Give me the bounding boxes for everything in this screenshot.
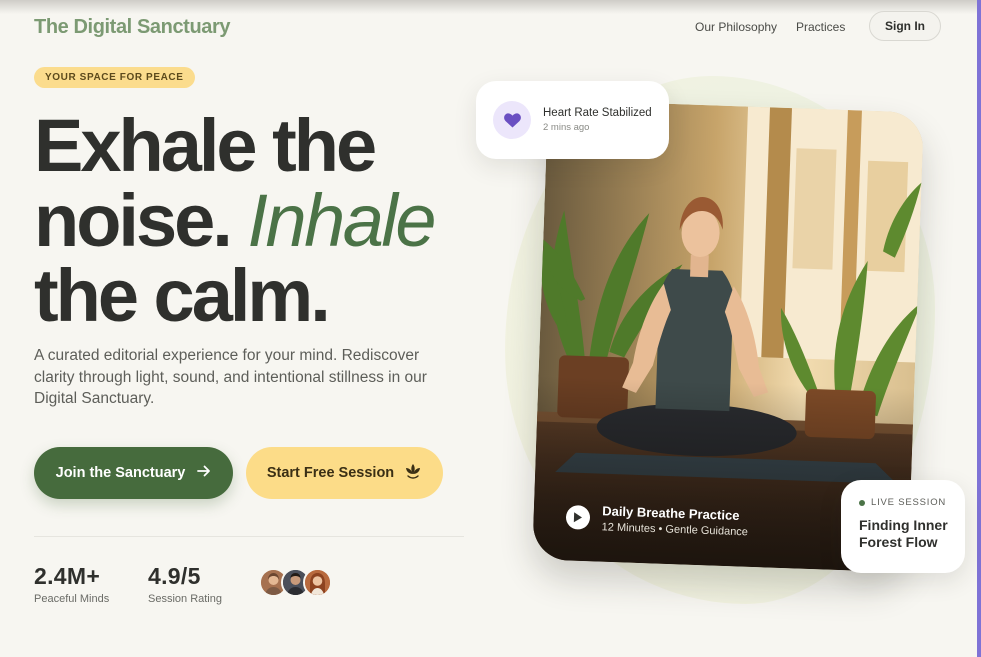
live-session-title: Finding Inner Forest Flow xyxy=(859,517,948,550)
headline-line-2: noise. Inhale xyxy=(34,183,474,258)
brand-logo[interactable]: The Digital Sanctuary xyxy=(34,16,230,39)
stat-value: 4.9/5 xyxy=(148,563,201,589)
top-shadow xyxy=(0,0,981,14)
live-session-label: LIVE SESSION xyxy=(859,497,965,508)
heart-rate-card[interactable]: Heart Rate Stabilized 2 mins ago xyxy=(476,81,669,159)
heart-rate-time: 2 mins ago xyxy=(543,122,590,133)
live-dot-icon xyxy=(859,499,865,506)
start-free-session-button[interactable]: Start Free Session xyxy=(246,447,443,499)
headline-inhale: Inhale xyxy=(247,179,436,262)
live-session-card[interactable]: LIVE SESSION Finding Inner Forest Flow xyxy=(841,480,965,573)
stat-session-rating: 4.9/5 Session Rating xyxy=(148,563,222,605)
headline-line-3: the calm. xyxy=(34,254,331,337)
live-session-label-text: LIVE SESSION xyxy=(871,497,947,508)
stats-divider xyxy=(34,536,464,537)
heart-rate-title: Heart Rate Stabilized xyxy=(543,107,652,119)
join-sanctuary-label: Join the Sanctuary xyxy=(55,465,186,481)
heart-icon xyxy=(493,101,531,139)
stat-label: Session Rating xyxy=(148,593,222,605)
lotus-icon xyxy=(404,463,422,483)
nav-link-practices[interactable]: Practices xyxy=(796,20,845,34)
hero-badge: YOUR SPACE FOR PEACE xyxy=(34,67,195,88)
arrow-right-icon xyxy=(197,464,211,482)
play-icon[interactable] xyxy=(565,505,591,530)
stat-label: Peaceful Minds xyxy=(34,593,110,605)
join-sanctuary-button[interactable]: Join the Sanctuary xyxy=(34,447,233,499)
nav-link-philosophy[interactable]: Our Philosophy xyxy=(695,20,777,34)
window-edge xyxy=(977,0,981,657)
headline-noise: noise. xyxy=(34,179,233,262)
stat-value: 2.4M+ xyxy=(34,563,101,589)
hero-subtext: A curated editorial experience for your … xyxy=(34,347,427,407)
start-free-session-label: Start Free Session xyxy=(266,465,395,481)
headline-line-1: Exhale the xyxy=(34,104,377,187)
avatar xyxy=(303,568,332,597)
sign-in-button[interactable]: Sign In xyxy=(869,11,941,41)
stat-peaceful-minds: 2.4M+ Peaceful Minds xyxy=(34,563,109,605)
photo-caption[interactable]: Daily Breathe Practice 12 Minutes • Gent… xyxy=(565,502,748,538)
hero-headline: Exhale the noise. Inhale the calm. xyxy=(34,108,474,333)
